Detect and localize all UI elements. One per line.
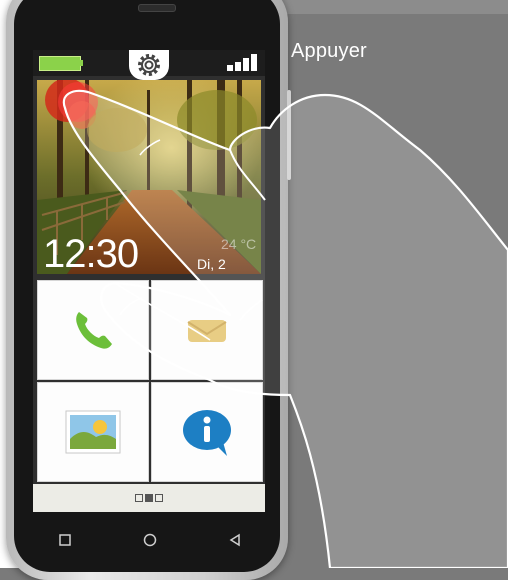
page-indicator — [33, 484, 265, 512]
page-dot-3[interactable] — [155, 494, 163, 502]
page-dot-2[interactable] — [145, 494, 153, 502]
wallpaper: 12:30 24 °C Di, 2 — [37, 80, 261, 274]
info-icon — [183, 410, 231, 456]
volume-button[interactable] — [287, 90, 291, 180]
recent-apps-button[interactable] — [50, 525, 80, 555]
tile-info[interactable] — [151, 382, 263, 482]
settings-button[interactable] — [129, 50, 169, 80]
tile-gallery[interactable] — [37, 382, 149, 482]
date-label: Di, 2 — [197, 256, 226, 272]
clock-time: 12:30 — [43, 232, 139, 274]
battery-icon — [39, 56, 81, 71]
navigation-bar — [22, 522, 278, 558]
status-bar — [33, 50, 265, 80]
battery-tip — [80, 60, 83, 66]
instruction-label: Appuyer — [291, 40, 367, 62]
page-dot-1[interactable] — [135, 494, 143, 502]
gear-icon — [138, 54, 160, 76]
earpiece-speaker — [138, 4, 176, 12]
square-icon — [58, 534, 71, 546]
signal-strength-icon — [227, 53, 257, 71]
back-button[interactable] — [220, 525, 250, 555]
phone-screen: 12:30 24 °C Di, 2 — [33, 50, 265, 512]
temperature: 24 °C — [221, 236, 257, 252]
message-icon — [187, 320, 227, 342]
back-triangle-icon — [229, 533, 241, 547]
phone-icon — [76, 312, 112, 349]
tile-phone[interactable] — [37, 280, 149, 380]
tile-messages[interactable] — [151, 280, 263, 380]
gallery-icon — [65, 410, 121, 454]
circle-icon — [143, 533, 157, 547]
home-button[interactable] — [135, 525, 165, 555]
